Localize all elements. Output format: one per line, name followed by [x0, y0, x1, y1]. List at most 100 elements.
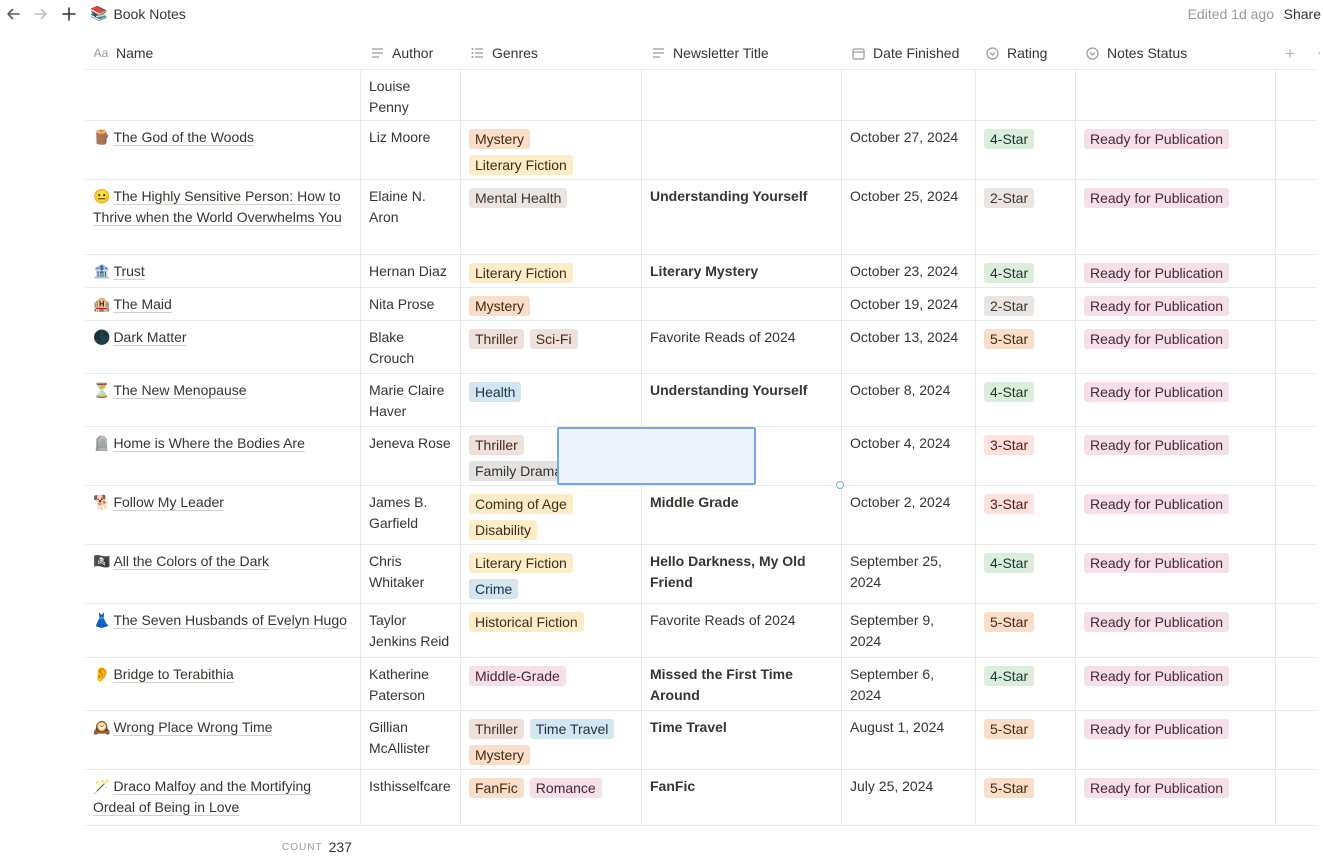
rating-cell[interactable]: 3-Star	[976, 486, 1076, 544]
date-finished-cell[interactable]: October 2, 2024	[842, 486, 976, 544]
table-row[interactable]: 🏴‍☠️ All the Colors of the Dark Chris Whit…	[85, 545, 1316, 604]
table-row[interactable]: 🏨 The Maid Nita Prose Mystery October 19, 20…	[85, 288, 1316, 321]
name-cell[interactable]: 👂 Bridge to Terabithia	[85, 658, 361, 710]
author-cell[interactable]: Nita Prose	[361, 288, 461, 320]
rating-cell[interactable]: 5-Star	[976, 604, 1076, 657]
date-finished-cell[interactable]: September 6, 2024	[842, 658, 976, 710]
author-cell[interactable]: Elaine N. Aron	[361, 180, 461, 254]
column-header-rating[interactable]: Rating	[976, 36, 1047, 70]
book-title-link[interactable]: Trust	[113, 263, 145, 280]
name-cell[interactable]: 👗 The Seven Husbands of Evelyn Hugo	[85, 604, 361, 657]
date-finished-cell[interactable]: September 9, 2024	[842, 604, 976, 657]
author-cell[interactable]: Jeneva Rose	[361, 427, 461, 485]
book-title-link[interactable]: Home is Where the Bodies Are	[113, 435, 305, 452]
book-title-link[interactable]: Bridge to Terabithia	[113, 666, 234, 683]
notes-status-cell[interactable]: Ready for Publication	[1076, 658, 1276, 710]
table-row[interactable]: 👂 Bridge to Terabithia Katherine Paterson M…	[85, 658, 1316, 711]
notes-status-cell[interactable]: Ready for Publication	[1076, 180, 1276, 254]
notes-status-cell[interactable]: Ready for Publication	[1076, 486, 1276, 544]
name-cell[interactable]: 🏨 The Maid	[85, 288, 361, 320]
newsletter-title-cell[interactable]	[642, 121, 842, 179]
table-row[interactable]: 😐 The Highly Sensitive Person: How to Thr…	[85, 180, 1316, 255]
genres-cell[interactable]: Historical Fiction	[461, 604, 642, 657]
author-cell[interactable]: Katherine Paterson	[361, 658, 461, 710]
breadcrumb[interactable]: 📚 Book Notes	[90, 5, 186, 22]
date-finished-cell[interactable]: October 13, 2024	[842, 321, 976, 373]
newsletter-title-cell[interactable]	[642, 288, 842, 320]
column-header-newsletter[interactable]: Newsletter Title	[642, 36, 769, 70]
book-title-link[interactable]: The New Menopause	[113, 382, 247, 399]
newsletter-title-cell[interactable]: Middle Grade	[642, 486, 842, 544]
notes-status-cell[interactable]: Ready for Publication	[1076, 427, 1276, 485]
genres-cell[interactable]: Thriller Time Travel Mystery	[461, 711, 642, 769]
author-cell[interactable]: Isthisselfcare	[361, 770, 461, 825]
table-row[interactable]: 🪄 Draco Malfoy and the Mortifying Ordeal …	[85, 770, 1316, 826]
notes-status-cell[interactable]: Ready for Publication	[1076, 770, 1276, 825]
name-cell[interactable]: 🪄 Draco Malfoy and the Mortifying Ordeal …	[85, 770, 361, 825]
author-cell[interactable]: Chris Whitaker	[361, 545, 461, 603]
name-cell[interactable]: 🪵 The God of the Woods	[85, 121, 361, 179]
genres-cell[interactable]	[461, 70, 642, 120]
date-finished-cell[interactable]: October 23, 2024	[842, 255, 976, 287]
name-cell[interactable]: 🌑 Dark Matter	[85, 321, 361, 373]
genres-cell[interactable]: Mystery Literary Fiction	[461, 121, 642, 179]
notes-status-cell[interactable]: Ready for Publication	[1076, 604, 1276, 657]
name-cell[interactable]: 🏦 Trust	[85, 255, 361, 287]
table-row[interactable]: 🐕 Follow My Leader James B. Garfield Coming…	[85, 486, 1316, 545]
column-header-genres[interactable]: Genres	[461, 36, 538, 70]
column-header-date[interactable]: Date Finished	[842, 36, 959, 70]
rating-cell[interactable]: 4-Star	[976, 658, 1076, 710]
newsletter-title-cell[interactable]: Time Travel	[642, 711, 842, 769]
name-cell[interactable]: 🕰️ Wrong Place Wrong Time	[85, 711, 361, 769]
newsletter-title-cell[interactable]: Literary Mystery	[642, 255, 842, 287]
table-row[interactable]: Louise Penny	[85, 70, 1316, 121]
newsletter-title-cell[interactable]: Hello Darkness, My Old Friend	[642, 545, 842, 603]
date-finished-cell[interactable]: October 8, 2024	[842, 374, 976, 426]
genres-cell[interactable]: Middle-Grade	[461, 658, 642, 710]
book-title-link[interactable]: Draco Malfoy and the Mortifying Ordeal o…	[93, 778, 312, 816]
genres-cell[interactable]: Literary Fiction Crime	[461, 545, 642, 603]
book-title-link[interactable]: All the Colors of the Dark	[113, 553, 270, 570]
table-row[interactable]: 🪵 The God of the Woods Liz Moore Mystery Lit…	[85, 121, 1316, 180]
date-finished-cell[interactable]: October 4, 2024	[842, 427, 976, 485]
author-cell[interactable]: Liz Moore	[361, 121, 461, 179]
author-cell[interactable]: Gillian McAllister	[361, 711, 461, 769]
share-button[interactable]: Share	[1284, 6, 1321, 22]
column-header-name[interactable]: Aa Name	[85, 36, 154, 70]
table-row[interactable]: 👗 The Seven Husbands of Evelyn Hugo Taylor…	[85, 604, 1316, 658]
rating-cell[interactable]: 5-Star	[976, 711, 1076, 769]
book-title-link[interactable]: Dark Matter	[113, 329, 187, 346]
table-row[interactable]: 🏦 Trust Hernan Diaz Literary Fiction Literar…	[85, 255, 1316, 288]
genres-cell[interactable]: Thriller Sci-Fi	[461, 321, 642, 373]
book-title-link[interactable]: Follow My Leader	[113, 494, 224, 511]
name-cell[interactable]: 🐕 Follow My Leader	[85, 486, 361, 544]
selected-cell-highlight[interactable]	[557, 427, 756, 485]
book-title-link[interactable]: Wrong Place Wrong Time	[113, 719, 273, 736]
date-finished-cell[interactable]: September 25, 2024	[842, 545, 976, 603]
date-finished-cell[interactable]: October 27, 2024	[842, 121, 976, 179]
book-title-link[interactable]: The Maid	[113, 296, 172, 313]
newsletter-title-cell[interactable]	[642, 70, 842, 120]
newsletter-title-cell[interactable]: Favorite Reads of 2024	[642, 604, 842, 657]
author-cell[interactable]: James B. Garfield	[361, 486, 461, 544]
genres-cell[interactable]: Health	[461, 374, 642, 426]
newsletter-title-cell[interactable]: Missed the First Time Around	[642, 658, 842, 710]
date-finished-cell[interactable]: July 25, 2024	[842, 770, 976, 825]
author-cell[interactable]: Marie Claire Haver	[361, 374, 461, 426]
name-cell[interactable]: 🏴‍☠️ All the Colors of the Dark	[85, 545, 361, 603]
genres-cell[interactable]: Literary Fiction	[461, 255, 642, 287]
author-cell[interactable]: Louise Penny	[361, 70, 461, 120]
newsletter-title-cell[interactable]: Understanding Yourself	[642, 374, 842, 426]
new-page-plus-icon[interactable]	[58, 3, 80, 25]
rating-cell[interactable]: 4-Star	[976, 374, 1076, 426]
notes-status-cell[interactable]: Ready for Publication	[1076, 374, 1276, 426]
column-header-notes-status[interactable]: Notes Status	[1076, 36, 1187, 70]
author-cell[interactable]: Taylor Jenkins Reid	[361, 604, 461, 657]
genres-cell[interactable]: Mental Health	[461, 180, 642, 254]
table-row[interactable]: 🕰️ Wrong Place Wrong Time Gillian McAllist…	[85, 711, 1316, 770]
genres-cell[interactable]: Coming of Age Disability	[461, 486, 642, 544]
author-cell[interactable]: Hernan Diaz	[361, 255, 461, 287]
rating-cell[interactable]: 2-Star	[976, 288, 1076, 320]
notes-status-cell[interactable]: Ready for Publication	[1076, 711, 1276, 769]
add-column-plus-icon[interactable]: +	[1285, 44, 1295, 64]
